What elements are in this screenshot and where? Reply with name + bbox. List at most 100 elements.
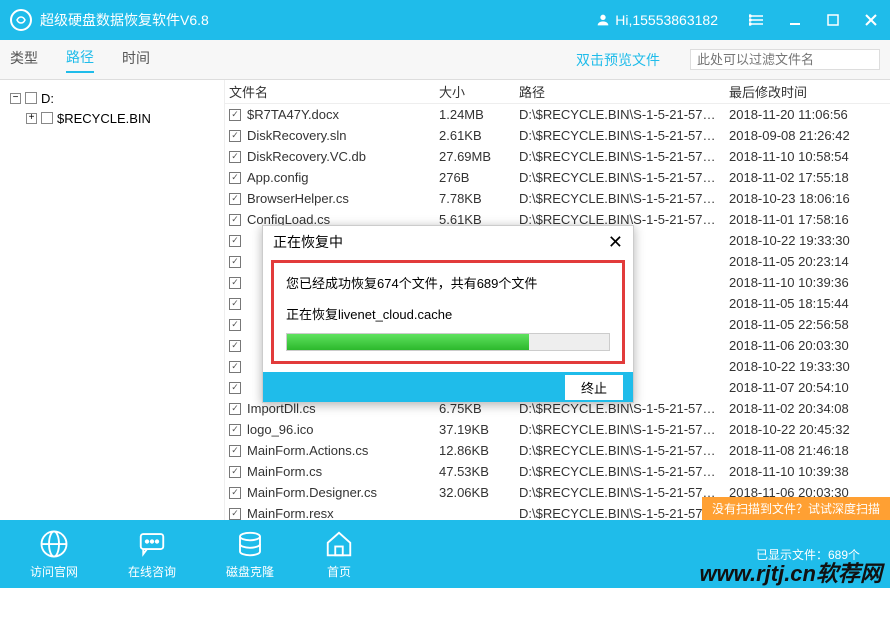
file-time: 2018-11-10 10:39:36 <box>725 275 880 290</box>
stop-button[interactable]: 终止 <box>565 375 623 400</box>
close-icon[interactable] <box>862 11 880 29</box>
file-time: 2018-10-22 20:45:32 <box>725 422 880 437</box>
footer-info: 已显示文件：689个 <box>756 546 860 563</box>
file-path: D:\$RECYCLE.BIN\S-1-5-21-5767... <box>515 170 725 185</box>
row-checkbox[interactable]: ✓ <box>229 382 241 394</box>
file-time: 2018-10-22 19:33:30 <box>725 359 880 374</box>
table-row[interactable]: ✓MainForm.cs47.53KBD:\$RECYCLE.BIN\S-1-5… <box>225 461 890 482</box>
file-time: 2018-11-10 10:58:54 <box>725 149 880 164</box>
tree-checkbox[interactable] <box>41 112 53 124</box>
row-checkbox[interactable]: ✓ <box>229 319 241 331</box>
file-time: 2018-11-05 18:15:44 <box>725 296 880 311</box>
window-buttons <box>748 11 880 29</box>
tab-path[interactable]: 路径 <box>66 47 94 73</box>
col-path[interactable]: 路径 <box>515 82 725 101</box>
row-checkbox[interactable]: ✓ <box>229 193 241 205</box>
app-logo-icon <box>10 9 32 31</box>
app-title: 超级硬盘数据恢复软件V6.8 <box>40 10 595 30</box>
file-path: D:\$RECYCLE.BIN\S-1-5-21-5767... <box>515 191 725 206</box>
row-checkbox[interactable]: ✓ <box>229 298 241 310</box>
preview-hint[interactable]: 双击预览文件 <box>576 50 660 70</box>
col-time[interactable]: 最后修改时间 <box>725 82 880 101</box>
user-info[interactable]: Hi,15553863182 <box>595 12 718 28</box>
progress-bar <box>286 333 610 351</box>
file-time: 2018-10-23 18:06:16 <box>725 191 880 206</box>
row-checkbox[interactable]: ✓ <box>229 361 241 373</box>
dialog-titlebar: 正在恢复中 ✕ <box>263 226 633 258</box>
row-checkbox[interactable]: ✓ <box>229 109 241 121</box>
row-checkbox[interactable]: ✓ <box>229 340 241 352</box>
table-row[interactable]: ✓DiskRecovery.sln2.61KBD:\$RECYCLE.BIN\S… <box>225 125 890 146</box>
footer-home[interactable]: 首页 <box>324 529 354 580</box>
file-size: 276B <box>435 170 515 185</box>
globe-icon <box>39 529 69 559</box>
row-checkbox[interactable]: ✓ <box>229 277 241 289</box>
file-path: D:\$RECYCLE.BIN\S-1-5-21-5767... <box>515 422 725 437</box>
file-time: 2018-10-22 19:33:30 <box>725 233 880 248</box>
minimize-icon[interactable] <box>786 11 804 29</box>
table-row[interactable]: ✓MainForm.Actions.cs12.86KBD:\$RECYCLE.B… <box>225 440 890 461</box>
file-name: logo_96.ico <box>247 422 314 437</box>
search-box[interactable] <box>690 49 880 70</box>
footer-clone[interactable]: 磁盘克隆 <box>226 529 274 580</box>
table-row[interactable]: ✓ logo_96.ico 37.19KBD:\$RECYCLE.BIN\S-1-5… <box>225 419 890 440</box>
deep-scan-notice[interactable]: 没有扫描到文件？试试深度扫描 <box>702 497 890 520</box>
file-time: 2018-11-05 20:23:14 <box>725 254 880 269</box>
home-icon <box>324 529 354 559</box>
expand-icon[interactable]: + <box>26 113 37 124</box>
row-checkbox[interactable]: ✓ <box>229 235 241 247</box>
col-name[interactable]: 文件名 <box>225 82 435 101</box>
tab-time[interactable]: 时间 <box>122 48 150 72</box>
search-input[interactable] <box>697 52 873 67</box>
row-checkbox[interactable]: ✓ <box>229 256 241 268</box>
table-row[interactable]: ✓BrowserHelper.cs7.78KBD:\$RECYCLE.BIN\S… <box>225 188 890 209</box>
footer-website[interactable]: 访问官网 <box>30 529 78 580</box>
table-header: 文件名 大小 路径 最后修改时间 <box>225 80 890 104</box>
dialog-footer: 终止 <box>263 372 633 402</box>
row-checkbox[interactable]: ✓ <box>229 403 241 415</box>
row-checkbox[interactable]: ✓ <box>229 424 241 436</box>
tree-child[interactable]: + $RECYCLE.BIN <box>10 108 214 128</box>
file-size: 2.61KB <box>435 128 515 143</box>
tree-root[interactable]: − D: <box>10 88 214 108</box>
table-row[interactable]: ✓DiskRecovery.VC.db27.69MBD:\$RECYCLE.BI… <box>225 146 890 167</box>
disk-icon <box>235 529 265 559</box>
col-size[interactable]: 大小 <box>435 82 515 101</box>
table-row[interactable]: ✓$R7TA47Y.docx1.24MBD:\$RECYCLE.BIN\S-1-… <box>225 104 890 125</box>
row-checkbox[interactable]: ✓ <box>229 508 241 520</box>
file-name: MainForm.cs <box>247 464 322 479</box>
row-checkbox[interactable]: ✓ <box>229 445 241 457</box>
table-row[interactable]: ✓ App.config 276BD:\$RECYCLE.BIN\S-1-5-21-… <box>225 167 890 188</box>
tree-checkbox[interactable] <box>25 92 37 104</box>
dialog-line1: 您已经成功恢复674个文件，共有689个文件 <box>286 273 610 292</box>
file-name: $R7TA47Y.docx <box>247 107 339 122</box>
row-checkbox[interactable]: ✓ <box>229 214 241 226</box>
row-checkbox[interactable]: ✓ <box>229 172 241 184</box>
maximize-icon[interactable] <box>824 11 842 29</box>
file-name: App.config <box>247 170 308 185</box>
file-size: 1.24MB <box>435 107 515 122</box>
file-time: 2018-11-02 17:55:18 <box>725 170 880 185</box>
dialog-close-icon[interactable]: ✕ <box>608 232 623 253</box>
chat-icon <box>137 529 167 559</box>
row-checkbox[interactable]: ✓ <box>229 487 241 499</box>
dialog-title: 正在恢复中 <box>273 232 608 252</box>
file-name: BrowserHelper.cs <box>247 191 349 206</box>
file-path: D:\$RECYCLE.BIN\S-1-5-21-5767... <box>515 128 725 143</box>
file-size: 32.06KB <box>435 485 515 500</box>
file-size: 47.53KB <box>435 464 515 479</box>
row-checkbox[interactable]: ✓ <box>229 130 241 142</box>
titlebar: 超级硬盘数据恢复软件V6.8 Hi,15553863182 <box>0 0 890 40</box>
file-path: D:\$RECYCLE.BIN\S-1-5-21-5767... <box>515 401 725 416</box>
tree-root-label: D: <box>41 91 54 106</box>
file-path: D:\$RECYCLE.BIN\S-1-5-21-5767... <box>515 149 725 164</box>
footer-chat[interactable]: 在线咨询 <box>128 529 176 580</box>
file-time: 2018-11-01 17:58:16 <box>725 212 880 227</box>
tab-type[interactable]: 类型 <box>10 48 38 72</box>
row-checkbox[interactable]: ✓ <box>229 466 241 478</box>
collapse-icon[interactable]: − <box>10 93 21 104</box>
row-checkbox[interactable]: ✓ <box>229 151 241 163</box>
file-size: 37.19KB <box>435 422 515 437</box>
menu-icon[interactable] <box>748 11 766 29</box>
file-time: 2018-11-06 20:03:30 <box>725 338 880 353</box>
